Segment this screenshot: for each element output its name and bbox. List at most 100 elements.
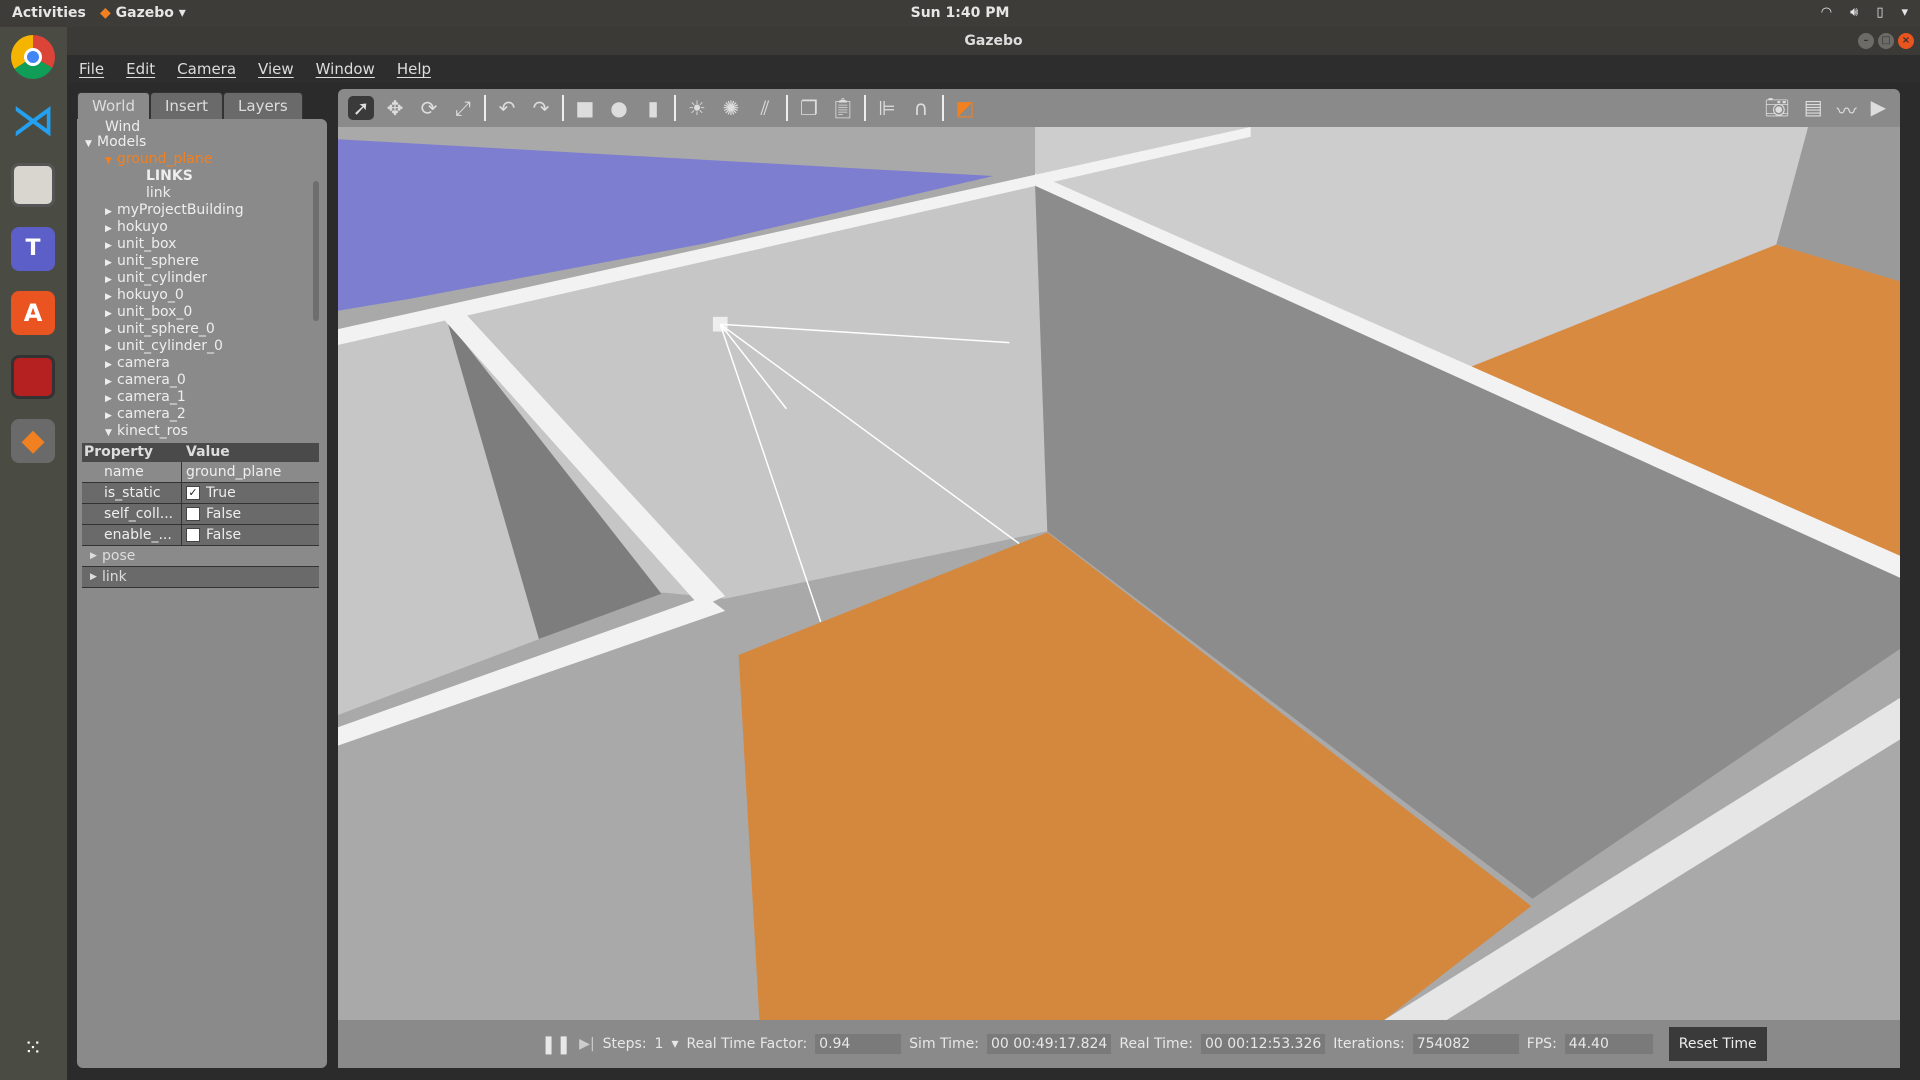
menu-edit[interactable]: Edit xyxy=(126,55,155,83)
plot-icon[interactable]: 〰 xyxy=(1837,95,1857,124)
spot-light-icon[interactable]: ✺ xyxy=(718,96,744,120)
point-light-icon[interactable]: ☀ xyxy=(684,96,710,120)
gazebo-dock-icon[interactable]: ◆ xyxy=(11,419,55,463)
prop-group-link[interactable]: ▶ link xyxy=(82,567,319,588)
collapsed-arrow-icon: ▶ xyxy=(90,572,97,582)
self-collide-checkbox[interactable] xyxy=(186,507,200,521)
tree-item[interactable]: ▶ unit_sphere xyxy=(105,253,199,270)
collapsed-arrow-icon: ▶ xyxy=(90,551,97,561)
pause-button[interactable]: ❚❚ xyxy=(541,1034,571,1055)
redo-icon[interactable]: ↷ xyxy=(528,96,554,120)
tree-item-ground-plane[interactable]: ▼ ground_plane xyxy=(105,151,212,168)
tree-item[interactable]: ▶ camera_2 xyxy=(105,406,186,423)
tab-world[interactable]: World xyxy=(77,92,150,119)
menu-view[interactable]: View xyxy=(258,55,294,83)
3d-scene[interactable] xyxy=(338,127,1900,1020)
cylinder-icon[interactable]: ▮ xyxy=(640,96,666,120)
screenshot-icon[interactable]: 📷︎ xyxy=(1764,95,1789,124)
translate-icon[interactable]: ✥ xyxy=(382,96,408,120)
directional-light-icon[interactable]: ⫽ xyxy=(752,96,778,120)
expanded-arrow-icon: ▼ xyxy=(105,428,112,438)
menu-help[interactable]: Help xyxy=(397,55,431,83)
snap-icon[interactable]: ∩ xyxy=(908,96,934,120)
expanded-arrow-icon: ▼ xyxy=(85,139,92,149)
steps-spinner[interactable]: 1 xyxy=(655,1036,664,1052)
select-icon[interactable]: ➚ xyxy=(348,96,374,120)
red-app-icon[interactable] xyxy=(11,355,55,399)
prop-row-self-collide: self_coll... False xyxy=(82,504,319,525)
reset-time-button[interactable]: Reset Time xyxy=(1668,1027,1767,1061)
property-table: Property Value name ground_plane is_static… xyxy=(82,443,319,588)
box-icon[interactable]: ■ xyxy=(572,96,598,120)
close-button[interactable]: × xyxy=(1898,33,1914,49)
show-apps-icon[interactable]: ⁙ xyxy=(11,1027,55,1071)
prop-group-pose[interactable]: ▶ pose xyxy=(82,546,319,567)
align-icon[interactable]: ⊫ xyxy=(874,96,900,120)
files-icon[interactable] xyxy=(11,163,55,207)
volume-icon[interactable]: 🔊︎ xyxy=(1850,5,1858,20)
real-time: 00 00:12:53.326 xyxy=(1200,1034,1326,1054)
expanded-arrow-icon: ▼ xyxy=(105,156,112,166)
status-bar: ❚❚ ▶| Steps: 1 ▾ Real Time Factor: 0.94 Sim… xyxy=(338,1020,1900,1068)
rotate-icon[interactable]: ⟳ xyxy=(416,96,442,120)
viewport: ➚ ✥ ⟳ ⤢ ↶ ↷ ■ ● ▮ ☀ ✺ ⫽ ❐ 📋︎ ⊫ ∩ ◩ 📷︎ ▤ 〰 ▶ ❚❚ ▶| Steps: 1 ▾ R… xyxy=(338,89,1900,1068)
copy-icon[interactable]: ❐ xyxy=(796,96,822,120)
toolbar-separator xyxy=(786,95,788,121)
tree-item-kinect-ros[interactable]: ▼ kinect_ros xyxy=(105,423,188,440)
minimize-button[interactable]: – xyxy=(1858,33,1874,49)
record-video-icon[interactable]: ▶ xyxy=(1871,95,1886,124)
tree-item[interactable]: ▶ unit_box xyxy=(105,236,176,253)
enable-wind-checkbox[interactable] xyxy=(186,528,200,542)
toolbar-separator xyxy=(864,95,866,121)
maximize-button[interactable]: □ xyxy=(1878,33,1894,49)
toolbar-separator xyxy=(674,95,676,121)
left-panel: World Insert Layers Wind ▼ Models ▼ ground… xyxy=(77,92,327,1068)
tree-item[interactable]: ▶ camera xyxy=(105,355,170,372)
clock[interactable]: Sun 1:40 PM xyxy=(0,5,1920,21)
window-title: Gazebo xyxy=(964,33,1023,49)
sphere-icon[interactable]: ● xyxy=(606,96,632,120)
tree-item-link[interactable]: link xyxy=(146,185,171,202)
paste-icon[interactable]: 📋︎ xyxy=(830,96,856,120)
chrome-icon[interactable] xyxy=(11,35,55,79)
software-center-icon[interactable]: A xyxy=(11,291,55,335)
step-button[interactable]: ▶| xyxy=(579,1036,594,1052)
view-angle-icon[interactable]: ◩ xyxy=(952,96,978,120)
is-static-checkbox[interactable]: ✓ xyxy=(186,486,200,500)
tree-item[interactable]: ▶ camera_0 xyxy=(105,372,186,389)
undo-icon[interactable]: ↶ xyxy=(494,96,520,120)
menu-camera[interactable]: Camera xyxy=(177,55,236,83)
tree-item[interactable]: ▶ camera_1 xyxy=(105,389,186,406)
window-titlebar: Gazebo – □ × xyxy=(67,27,1920,55)
top-bar: Activities ◆ Gazebo ▾ Sun 1:40 PM ◠ 🔊︎ ▯ ▾ xyxy=(0,0,1920,27)
tree-item[interactable]: ▶ unit_box_0 xyxy=(105,304,192,321)
tree-links-header: LINKS xyxy=(146,168,193,184)
tree-item[interactable]: ▶ unit_cylinder_0 xyxy=(105,338,223,355)
fps: 44.40 xyxy=(1564,1034,1653,1054)
tree-item[interactable]: ▶ hokuyo_0 xyxy=(105,287,184,304)
property-header: Property xyxy=(84,444,154,460)
toolbar-separator xyxy=(562,95,564,121)
menu-window[interactable]: Window xyxy=(316,55,375,83)
menu-arrow-icon[interactable]: ▾ xyxy=(1901,5,1908,20)
wifi-icon[interactable]: ◠ xyxy=(1821,5,1832,20)
toolbar-separator xyxy=(942,95,944,121)
menu-file[interactable]: File xyxy=(79,55,104,83)
scale-icon[interactable]: ⤢ xyxy=(450,96,476,120)
tree-scrollbar[interactable] xyxy=(313,181,319,321)
scene-render xyxy=(338,127,1900,1020)
value-header: Value xyxy=(186,444,230,460)
log-icon[interactable]: ▤ xyxy=(1804,95,1823,124)
battery-icon[interactable]: ▯ xyxy=(1876,5,1883,20)
tree-item[interactable]: ▶ hokuyo xyxy=(105,219,168,236)
vscode-icon[interactable]: ⋊ xyxy=(11,99,55,143)
tab-insert[interactable]: Insert xyxy=(150,92,224,119)
teams-icon[interactable]: T xyxy=(11,227,55,271)
tree-item[interactable]: ▶ myProjectBuilding xyxy=(105,202,244,219)
tree-item[interactable]: ▶ unit_cylinder xyxy=(105,270,207,287)
dock: ⋊ T A ◆ ⁙ xyxy=(0,27,67,1080)
prop-row-enable-wind: enable_... False xyxy=(82,525,319,546)
tab-layers[interactable]: Layers xyxy=(223,92,303,119)
tree-item[interactable]: ▶ unit_sphere_0 xyxy=(105,321,215,338)
tree-item-models[interactable]: ▼ Models xyxy=(85,134,146,151)
